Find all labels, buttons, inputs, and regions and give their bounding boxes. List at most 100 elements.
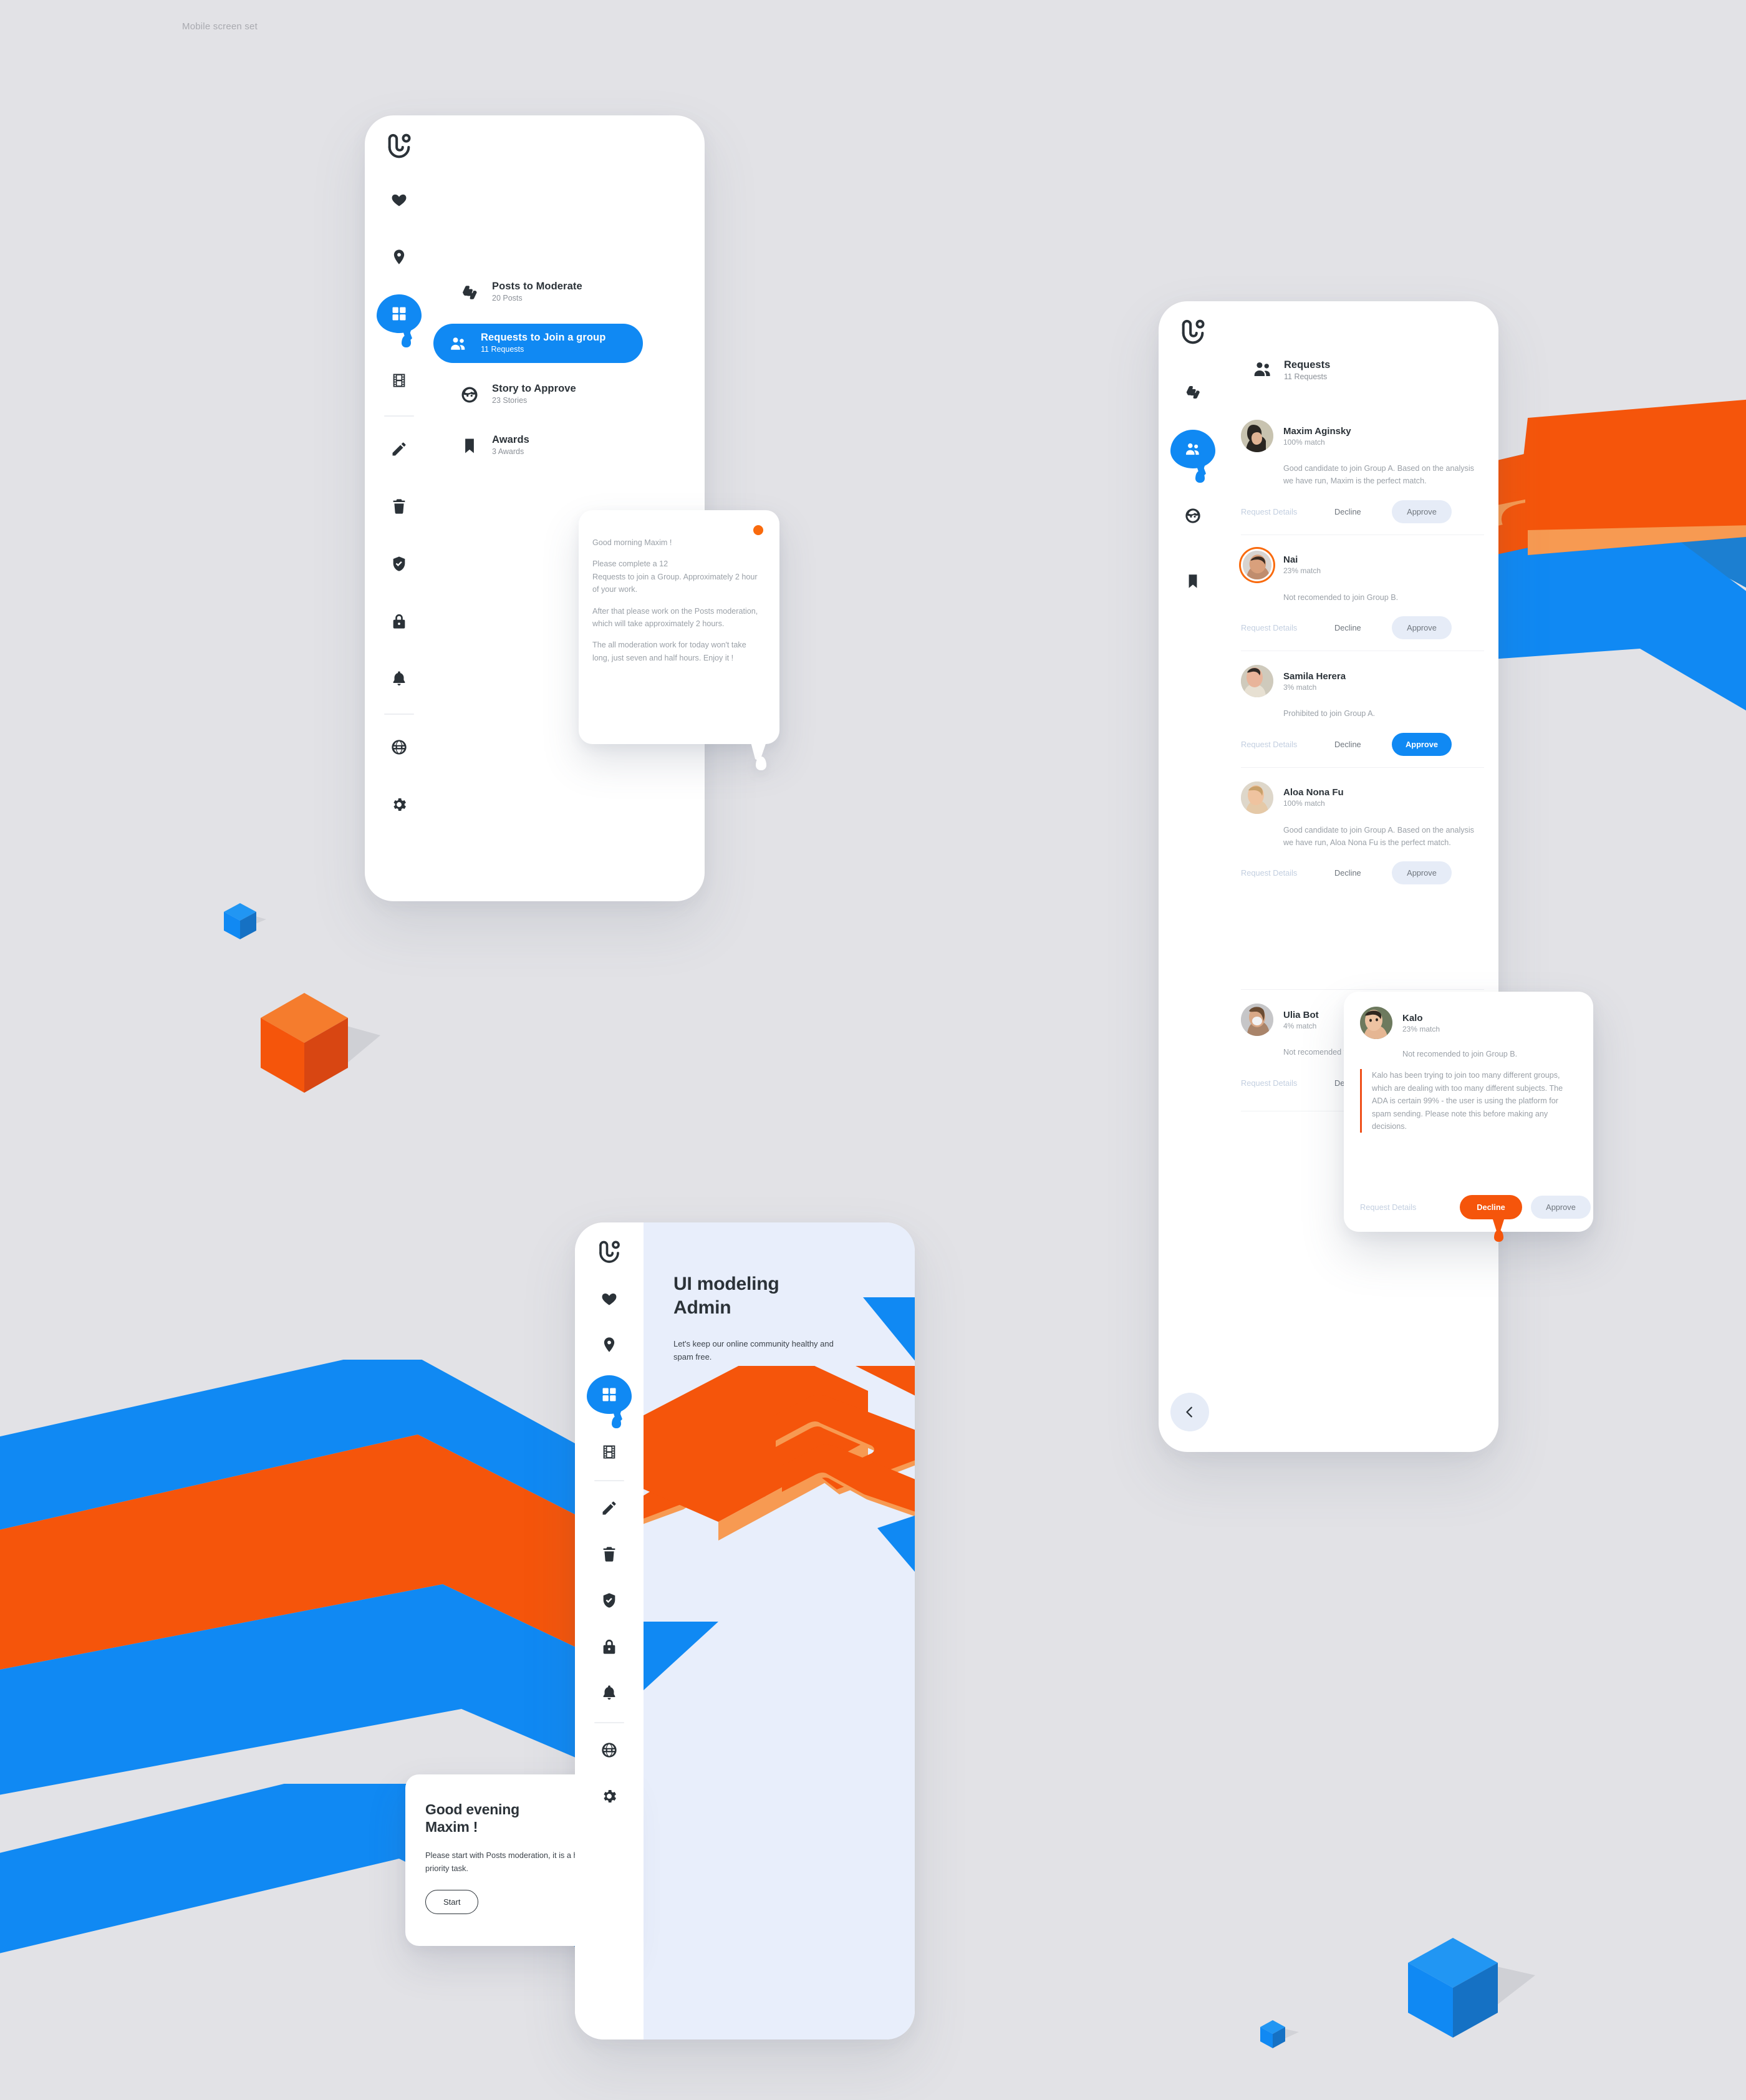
start-button[interactable]: Start [425,1890,479,1915]
request-row: Maxim Aginsky 100% match Good candidate … [1241,420,1484,535]
sidebar-item-location[interactable] [382,240,416,274]
menu-item-awards[interactable]: Awards 3 Awards [445,426,694,465]
lock-icon [393,614,405,629]
sidebar-item-security[interactable] [382,547,416,581]
sidebar-item-location[interactable] [592,1328,626,1362]
menu-item-posts[interactable]: Posts to Moderate 20 Posts [445,273,694,312]
cube-blue-large-right [1408,1938,1535,2038]
gear-icon [393,798,406,811]
blob-drip [1195,471,1205,483]
request-description: Good candidate to join Group A. Based on… [1283,825,1474,847]
sidebar-item-language[interactable] [592,1733,626,1767]
request-match: 100% match [1283,437,1325,447]
decline-button[interactable]: Decline [1334,507,1392,516]
sidebar-item-edit[interactable] [382,432,416,466]
sidebar-item-heart[interactable] [382,183,416,216]
sidebar-item-edit[interactable] [592,1491,626,1525]
approve-button[interactable]: Approve [1392,861,1452,885]
request-identity: Ulia Bot 4% match [1283,1010,1319,1030]
sidebar-item-security[interactable] [592,1584,626,1617]
sidebar-item-heart[interactable] [592,1282,626,1315]
request-details-button[interactable]: Request Details [1241,740,1334,749]
phone-screen-hero: UI modeling Admin Let's keep our online … [575,1222,915,2040]
community-logo-icon [385,133,413,165]
bookmark-icon [458,435,481,457]
request-identity: Nai 23% match [1283,554,1321,575]
hands-illustration [644,1366,915,1541]
sidebar-item-settings[interactable] [592,1779,626,1813]
sidebar-item-notifications[interactable] [382,662,416,695]
sidebar-item-delete[interactable] [382,490,416,523]
request-details-button[interactable]: Request Details [1241,623,1334,632]
blob-drip [612,1416,622,1428]
blob-drip [402,336,412,347]
request-description: Not recomended to join Group B. [1283,593,1399,602]
menu-item-title: Posts to Moderate [492,281,582,292]
avatar [1241,420,1273,452]
decline-button[interactable]: Decline [1334,740,1392,749]
blue-corner-top [863,1297,915,1361]
sidebar-item-awards[interactable] [1176,564,1210,598]
hero-title: UI modeling Admin [673,1274,779,1318]
heart-icon [602,1293,617,1305]
sidebar-item-requests-active[interactable] [1170,430,1215,483]
request-details-button[interactable]: Request Details [1241,868,1334,878]
pencil-icon [392,442,406,456]
morning-para-2: After that please work on the Posts mode… [592,606,758,628]
bell-icon [393,671,405,685]
back-button[interactable] [1170,1393,1209,1431]
hero-subtitle: Let's keep our online community healthy … [673,1339,834,1362]
sidebar-item-privacy[interactable] [592,1630,626,1663]
gear-icon [604,1789,616,1803]
sidebar-item-media[interactable] [382,364,416,397]
menu-item-sub: 3 Awards [492,447,524,456]
menu-item-requests[interactable]: Requests to Join a group 11 Requests [433,324,643,363]
approve-button[interactable]: Approve [1392,500,1452,523]
sidebar-item-dashboard-active[interactable] [587,1375,632,1428]
approve-button[interactable]: Approve [1392,616,1452,640]
trash-icon [603,1547,615,1562]
avatar [1241,781,1273,814]
request-name: Kalo [1402,1012,1423,1023]
menu-item-title: Requests to Join a group [481,332,606,343]
request-actions: Request Details Decline Approve [1241,500,1484,523]
request-name: Maxim Aginsky [1283,425,1351,437]
sidebar-item-delete[interactable] [592,1537,626,1571]
sidebar-item-settings[interactable] [382,788,416,821]
cube-blue-tiny-right [1260,2020,1299,2048]
cube-blue-small-left [224,903,266,939]
request-identity: Samila Herera 3% match [1283,671,1346,692]
sidebar-item-stories[interactable] [1176,499,1210,533]
requests-count: 11 Requests [1284,372,1328,381]
sidebar-item-language[interactable] [382,730,416,764]
sidebar-item-privacy[interactable] [382,604,416,638]
location-pin-icon [393,249,405,264]
bubble-drop [756,757,766,770]
request-row: Nai 23% match Not recomended to join Gro… [1241,534,1484,651]
sidebar-item-moderate[interactable] [1176,375,1210,409]
face-icon [1185,508,1200,523]
menu-item-stories[interactable]: Story to Approve 23 Stories [445,375,694,414]
bookmark-icon [1189,574,1197,588]
request-details-button[interactable]: Request Details [1241,507,1334,516]
decline-button[interactable]: Decline [1334,868,1392,878]
menu-item-text: Requests to Join a group 11 Requests [481,332,605,355]
request-description: Good candidate to join Group A. Based on… [1283,464,1474,486]
hero-panel: UI modeling Admin Let's keep our online … [644,1222,915,2040]
request-details-button[interactable]: Request Details [1360,1202,1460,1212]
approve-button[interactable]: Approve [1392,732,1452,756]
pencil-icon [602,1501,616,1515]
canvas: Mobile screen set Posts to Moderate 20 P… [0,0,1746,2100]
request-match: 3% match [1283,682,1317,692]
trash-icon [393,499,405,514]
sidebar-item-notifications[interactable] [592,1676,626,1710]
sidebar-item-dashboard-active[interactable] [377,294,422,347]
sidebar-divider [594,1480,624,1481]
morning-greeting: Good morning Maxim ! [592,538,672,547]
decline-button-active[interactable]: Decline [1460,1195,1522,1242]
request-details-button[interactable]: Request Details [1241,1078,1334,1088]
sidebar-item-media[interactable] [592,1435,626,1469]
background-hands-right [1497,399,1746,555]
approve-button[interactable]: Approve [1531,1196,1591,1219]
decline-button[interactable]: Decline [1334,623,1392,632]
